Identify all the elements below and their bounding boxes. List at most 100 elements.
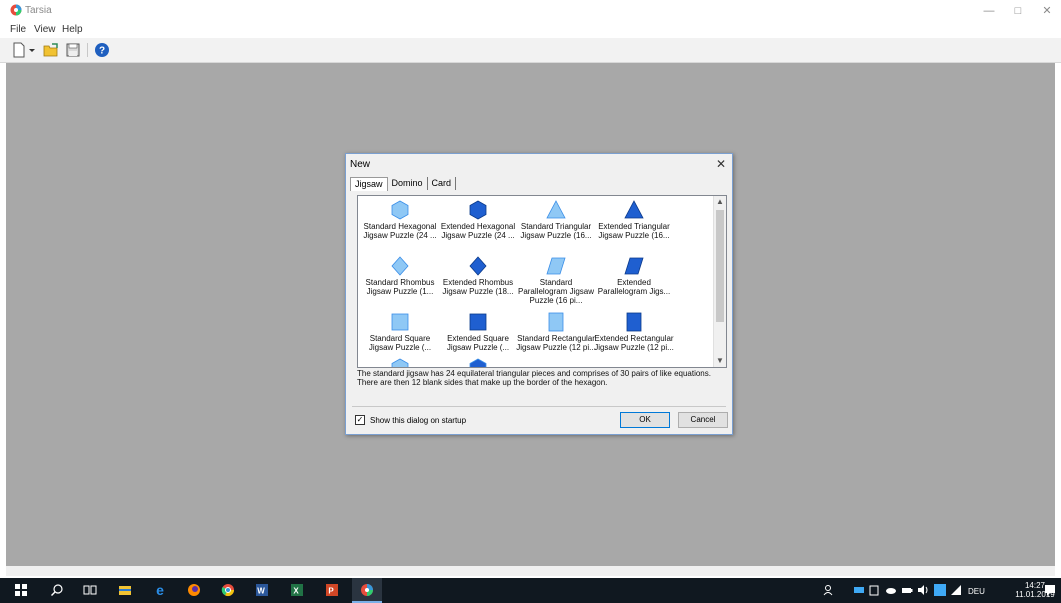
hexagon-small-icon	[391, 200, 409, 220]
puzzle-item-partial[interactable]	[360, 358, 440, 367]
puzzle-item-label: Standard Hexagonal Jigsaw Puzzle (24 ...	[363, 222, 437, 240]
rectangle-large-icon	[626, 312, 642, 332]
show-on-startup-label: Show this dialog on startup	[370, 415, 467, 425]
dialog-divider	[352, 406, 726, 407]
tab-strip: Jigsaw Domino Card	[350, 177, 457, 191]
volume-tray-icon[interactable]	[916, 583, 930, 597]
puzzle-item-label: Extended Rectangular Jigsaw Puzzle (12 p…	[594, 334, 674, 352]
app-tray-icon[interactable]	[933, 583, 947, 597]
puzzle-item-label: Standard Square Jigsaw Puzzle (...	[368, 334, 432, 352]
puzzle-item[interactable]: Extended Hexagonal Jigsaw Puzzle (24 ...	[438, 200, 518, 256]
puzzle-item[interactable]: Standard Rectangular Jigsaw Puzzle (12 p…	[516, 312, 596, 367]
vertical-scrollbar[interactable]: ▲ ▼	[713, 196, 726, 367]
ok-button[interactable]: OK	[620, 412, 670, 428]
tarsia-app-icon	[10, 4, 22, 16]
window-title: Tarsia	[25, 5, 52, 16]
title-bar: Tarsia — □ ✕	[0, 0, 1061, 22]
menu-view[interactable]: View	[34, 24, 56, 35]
file-explorer-icon[interactable]	[118, 583, 132, 597]
toolbar-separator	[87, 43, 88, 57]
maximize-button[interactable]: □	[1007, 3, 1029, 19]
search-icon[interactable]	[50, 583, 64, 597]
puzzle-item-label: Extended Square Jigsaw Puzzle (...	[446, 334, 510, 352]
parallelogram-large-icon	[624, 257, 644, 275]
puzzle-item[interactable]: Standard Triangular Jigsaw Puzzle (16...	[516, 200, 596, 256]
puzzle-item-label: Extended Parallelogram Jigs...	[597, 278, 671, 296]
people-icon[interactable]	[822, 583, 836, 597]
tarsia-taskbar-item[interactable]	[352, 578, 382, 603]
menu-file[interactable]: File	[10, 24, 26, 35]
scroll-up-icon[interactable]: ▲	[714, 196, 726, 208]
excel-icon[interactable]: X	[290, 583, 304, 597]
status-bar	[6, 566, 1055, 576]
tarsia-icon	[361, 584, 373, 596]
puzzle-type-list[interactable]: Standard Hexagonal Jigsaw Puzzle (24 ...…	[357, 195, 727, 368]
extended-puzzle-icon	[469, 358, 487, 367]
chrome-icon[interactable]	[221, 583, 235, 597]
puzzle-item[interactable]: Standard Rhombus Jigsaw Puzzle (1...	[360, 256, 440, 312]
rhombus-large-icon	[469, 256, 487, 276]
show-on-startup-checkbox[interactable]: ✓	[355, 415, 365, 425]
puzzle-item[interactable]: Extended Triangular Jigsaw Puzzle (16...	[594, 200, 674, 256]
puzzle-item[interactable]: Extended Rectangular Jigsaw Puzzle (12 p…	[594, 312, 674, 367]
puzzle-item-partial[interactable]	[438, 358, 518, 367]
wifi-tray-icon[interactable]	[949, 583, 963, 597]
puzzle-item-label: Extended Hexagonal Jigsaw Puzzle (24 ...	[440, 222, 516, 240]
toolbar: ?	[0, 38, 1061, 63]
rhombus-small-icon	[391, 256, 409, 276]
powerpoint-icon[interactable]: P	[325, 583, 339, 597]
close-button[interactable]: ✕	[1036, 3, 1058, 19]
rectangle-small-icon	[548, 312, 564, 332]
firefox-icon[interactable]	[187, 583, 201, 597]
scroll-down-icon[interactable]: ▼	[714, 355, 726, 367]
word-icon[interactable]: W	[255, 583, 269, 597]
app-window: Tarsia — □ ✕ File View Help ? New ✕ Jigs…	[0, 0, 1061, 603]
triangle-large-icon	[624, 200, 644, 219]
save-icon[interactable]	[64, 41, 82, 59]
dialog-title: New	[350, 159, 371, 170]
cloud-tray-icon[interactable]	[884, 583, 898, 597]
network-tray-icon[interactable]	[852, 583, 866, 597]
windows-start-icon[interactable]	[14, 583, 28, 597]
tab-domino[interactable]: Domino	[388, 177, 428, 190]
cancel-button[interactable]: Cancel	[678, 412, 728, 428]
power-tray-icon[interactable]	[900, 583, 914, 597]
puzzle-item[interactable]: Extended Rhombus Jigsaw Puzzle (18...	[438, 256, 518, 312]
menu-help[interactable]: Help	[62, 24, 83, 35]
edge-icon[interactable]: e	[153, 583, 167, 597]
dialog-close-button[interactable]: ✕	[716, 157, 726, 171]
puzzle-item-label: Standard Rectangular Jigsaw Puzzle (12 p…	[516, 334, 596, 352]
puzzle-item[interactable]: Standard Hexagonal Jigsaw Puzzle (24 ...	[360, 200, 440, 256]
language-indicator[interactable]: DEU	[968, 587, 985, 596]
svg-text:?: ?	[99, 46, 105, 57]
battery-tray-icon[interactable]	[867, 583, 881, 597]
puzzle-item[interactable]: Standard Parallelogram Jigsaw Puzzle (16…	[516, 256, 596, 312]
standard-puzzle-icon	[391, 358, 409, 367]
square-large-icon	[469, 313, 487, 331]
task-view-icon[interactable]	[83, 583, 97, 597]
minimize-button[interactable]: —	[978, 3, 1000, 19]
puzzle-description: The standard jigsaw has 24 equilateral t…	[357, 369, 711, 387]
scroll-thumb[interactable]	[716, 210, 724, 322]
puzzle-item-label: Standard Rhombus Jigsaw Puzzle (1...	[365, 278, 435, 296]
tab-card[interactable]: Card	[428, 177, 457, 190]
puzzle-item-label: Extended Triangular Jigsaw Puzzle (16...	[598, 222, 670, 240]
windows-taskbar: e W X P DEU 14:27 11.01.2019	[0, 578, 1061, 603]
svg-text:X: X	[293, 587, 299, 596]
new-document-icon[interactable]	[10, 41, 28, 59]
parallelogram-small-icon	[546, 257, 566, 275]
new-dialog: New ✕ Jigsaw Domino Card Standard Hexago…	[345, 153, 733, 435]
hexagon-large-icon	[469, 200, 487, 220]
puzzle-item[interactable]: Extended Parallelogram Jigs...	[594, 256, 674, 312]
show-on-startup-row[interactable]: ✓ Show this dialog on startup	[355, 415, 466, 425]
triangle-small-icon	[546, 200, 566, 219]
dropdown-arrow-icon[interactable]	[27, 41, 37, 59]
svg-text:W: W	[257, 587, 265, 596]
menu-bar: File View Help	[0, 22, 1061, 38]
open-folder-icon[interactable]	[42, 41, 60, 59]
tab-jigsaw[interactable]: Jigsaw	[350, 177, 388, 191]
help-icon[interactable]: ?	[93, 41, 111, 59]
notifications-icon[interactable]	[1043, 583, 1057, 597]
puzzle-item-label: Standard Triangular Jigsaw Puzzle (16...	[520, 222, 592, 240]
puzzle-item-label: Extended Rhombus Jigsaw Puzzle (18...	[442, 278, 514, 296]
